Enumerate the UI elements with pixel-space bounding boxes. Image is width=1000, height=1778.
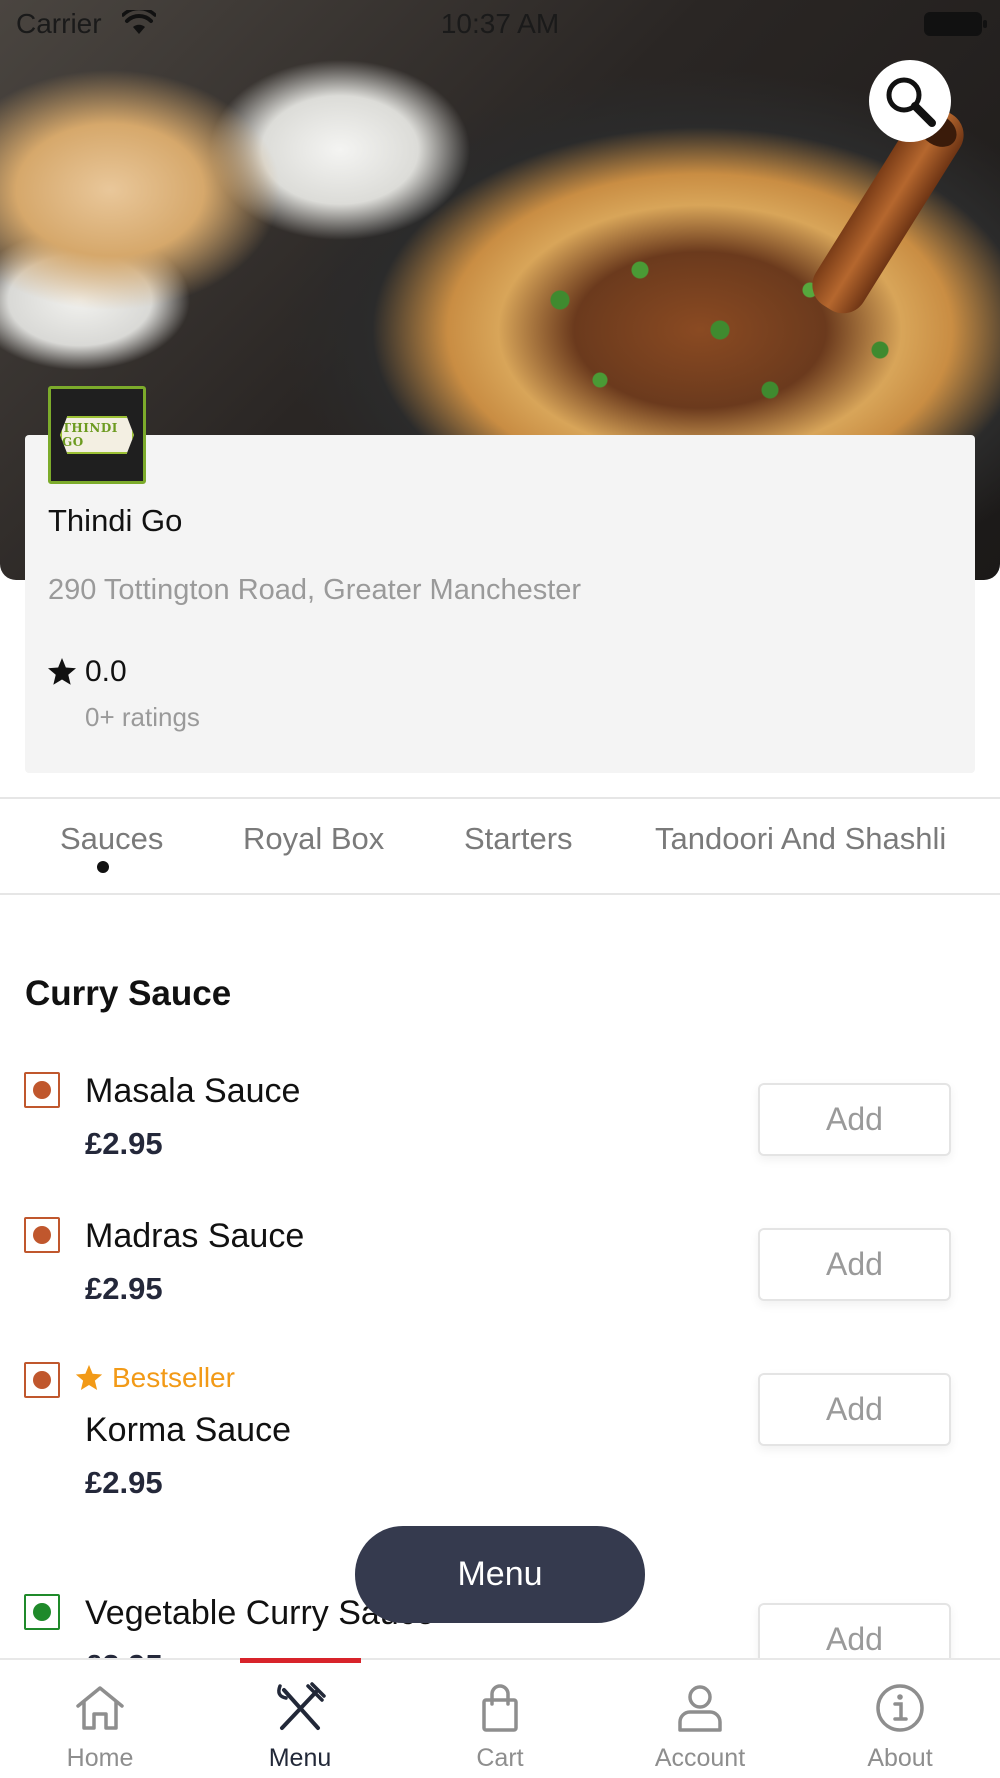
home-icon [76,1686,124,1730]
item-name: Madras Sauce [85,1217,305,1255]
logo-text: THINDI GO [60,416,134,454]
nav-cart[interactable]: Cart [400,1660,600,1778]
restaurant-name: Thindi Go [48,503,183,538]
nav-label: Cart [476,1744,524,1772]
rating-value: 0.0 [85,655,127,688]
nav-about[interactable]: About [800,1660,1000,1778]
nav-home[interactable]: Home [0,1660,200,1778]
non-veg-indicator-icon [24,1072,60,1108]
nav-account[interactable]: Account [600,1660,800,1778]
badge-label: Bestseller [112,1362,235,1393]
nav-label: Home [66,1744,134,1772]
search-button[interactable] [869,60,951,142]
nav-label: Menu [268,1744,332,1772]
add-button[interactable]: Add [758,1373,951,1446]
active-tab-indicator [97,861,109,873]
category-tabs: Sauces Royal Box Starters Tandoori And S… [0,797,1000,895]
section-title: Curry Sauce [25,974,232,1013]
star-icon [75,1364,103,1390]
restaurant-address: 290 Tottington Road, Greater Manchester [48,574,582,606]
status-bar: Carrier 10:37 AM [0,0,1000,50]
non-veg-indicator-icon [24,1362,60,1398]
search-icon [886,77,936,127]
info-icon [876,1684,924,1732]
nav-menu[interactable]: Menu [200,1660,400,1778]
item-price: £2.95 [85,1271,163,1306]
add-button[interactable]: Add [758,1083,951,1156]
item-name: Korma Sauce [85,1411,291,1449]
user-icon [678,1685,722,1732]
veg-indicator-icon [24,1594,60,1630]
ratings-count: 0+ ratings [85,702,200,732]
bestseller-badge: Bestseller [74,1362,235,1394]
item-price: £2.95 [85,1126,163,1161]
tab-tandoori-and-shashli[interactable]: Tandoori And Shashli [655,821,946,857]
nav-label: Account [654,1744,746,1772]
tab-sauces[interactable]: Sauces [60,821,163,857]
fork-knife-icon [277,1682,326,1730]
non-veg-indicator-icon [24,1217,60,1253]
shopping-bag-icon [482,1684,518,1732]
nav-label: About [867,1744,933,1772]
star-icon [48,658,76,685]
bottom-nav: Home Menu Cart Account About [0,1658,1000,1778]
restaurant-logo: THINDI GO [48,386,146,484]
menu-fab-button[interactable]: Menu [355,1526,645,1623]
add-button[interactable]: Add [758,1228,951,1301]
tab-royal-box[interactable]: Royal Box [243,821,384,857]
item-name: Masala Sauce [85,1072,301,1110]
status-time: 10:37 AM [440,8,560,39]
battery-icon [924,12,987,36]
item-price: £2.95 [85,1465,163,1500]
tab-starters[interactable]: Starters [464,821,573,857]
